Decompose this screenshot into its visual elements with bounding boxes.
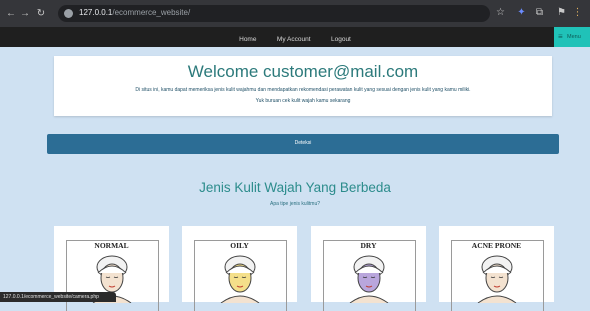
skin-card-dry[interactable]: DRY (311, 226, 426, 311)
address-bar[interactable]: 127.0.0.1/ecommerce_website/ (58, 5, 490, 22)
section-subtitle: Apa tipe jenis kulitmu? (269, 201, 321, 207)
bookmark-star-icon[interactable]: ☆ (496, 7, 505, 18)
face-illustration (477, 255, 517, 303)
reload-icon[interactable]: ↻ (35, 7, 47, 20)
skin-card-label: NORMAL (90, 241, 133, 250)
welcome-subtitle: Yuk buruan cek kulit wajah kamu sekarang (255, 98, 351, 104)
skin-card-label: ACNE PRONE (467, 241, 526, 250)
browser-toolbar: ← → ↻ 127.0.0.1/ecommerce_website/ ☆ ✦ ⧉… (0, 0, 590, 27)
profile-icon[interactable]: ⚑ (556, 7, 567, 18)
detect-button[interactable]: Deteksi (47, 134, 559, 154)
status-url: 127.0.0.1/ecommerce_website/camera.php (3, 294, 99, 300)
site-info-icon[interactable] (64, 9, 73, 18)
nav-logout[interactable]: Logout (331, 36, 351, 43)
menu-kebab-icon[interactable]: ⋮ (572, 7, 583, 18)
skin-card-acne-prone[interactable]: ACNE PRONE (439, 226, 554, 311)
menu-label: Menu (567, 34, 581, 40)
welcome-description: Di situs ini, kamu dapat memeriksa jenis… (135, 87, 471, 93)
detect-button-label: Deteksi (294, 140, 312, 146)
face-illustration (349, 255, 389, 303)
forward-arrow-icon[interactable]: → (19, 7, 31, 20)
extensions-puzzle-icon[interactable]: ⧉ (534, 7, 545, 18)
url-text: 127.0.0.1/ecommerce_website/ (79, 8, 190, 17)
url-path: /ecommerce_website/ (112, 8, 191, 17)
nav-my-account[interactable]: My Account (277, 36, 311, 43)
site-navbar: Home My Account Logout (0, 27, 590, 47)
skin-card-label: OILY (226, 241, 253, 250)
hamburger-icon: ≡ (558, 32, 563, 41)
extension-icon[interactable]: ✦ (516, 7, 527, 18)
skin-card-oily[interactable]: OILY (182, 226, 297, 311)
section-title: Jenis Kulit Wajah Yang Berbeda (199, 180, 391, 195)
menu-button[interactable]: ≡ Menu (554, 27, 590, 47)
browser-status-bar: 127.0.0.1/ecommerce_website/camera.php (0, 292, 116, 302)
welcome-card: Welcome customer@mail.com Di situs ini, … (54, 56, 552, 116)
face-illustration (220, 255, 260, 303)
welcome-title: Welcome customer@mail.com (187, 62, 419, 81)
skin-card-normal[interactable]: NORMAL (54, 226, 169, 311)
skin-card-label: DRY (356, 241, 381, 250)
back-arrow-icon[interactable]: ← (5, 7, 17, 20)
nav-home[interactable]: Home (239, 36, 256, 43)
url-host: 127.0.0.1 (79, 8, 113, 17)
